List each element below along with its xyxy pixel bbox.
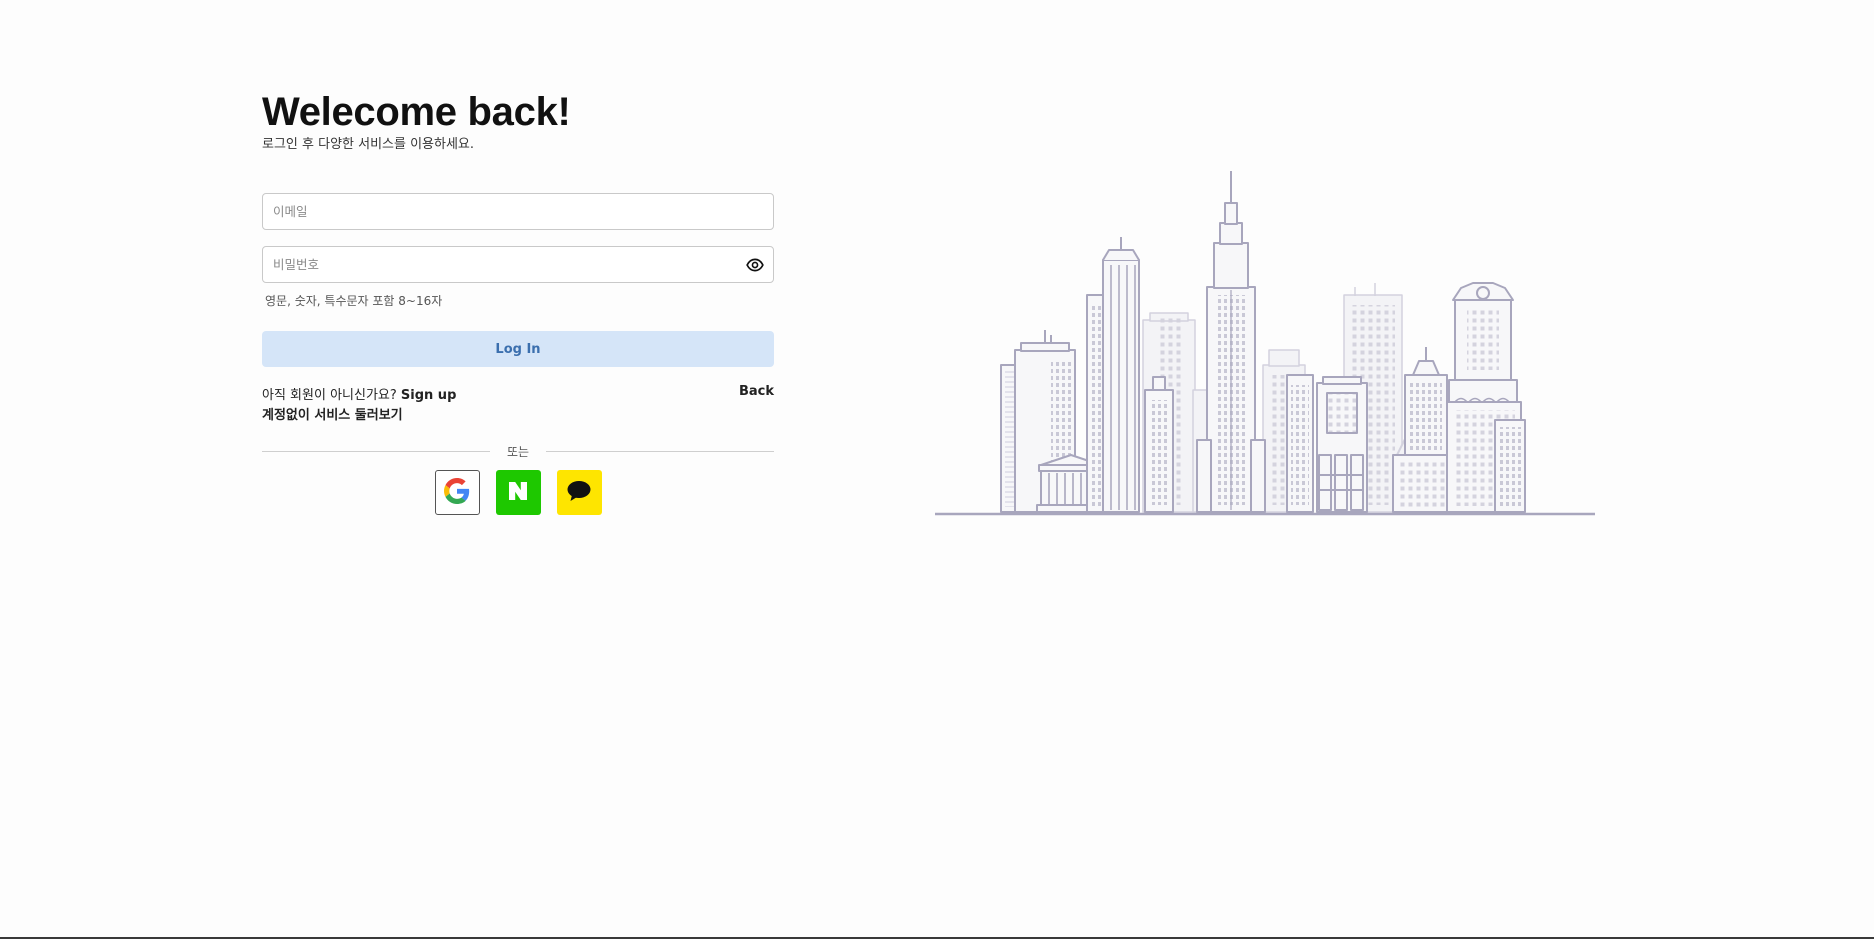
page-title: Welecome back! [262,90,571,134]
login-page: Welecome back! 로그인 후 다양한 서비스를 이용하세요. 영문,… [0,0,1874,939]
google-login-button[interactable] [434,470,480,515]
links-row: 아직 회원이 아니신가요? Sign up Back [262,384,774,404]
password-field-wrapper [262,246,774,283]
email-field[interactable] [263,194,773,229]
email-field-wrapper [262,193,774,230]
signup-prompt-text: 아직 회원이 아니신가요? [262,388,401,403]
login-button[interactable]: Log In [262,331,774,367]
google-icon [444,477,470,508]
guest-browse-link[interactable]: 계정없이 서비스 둘러보기 [262,404,403,423]
kakao-talk-icon [566,479,592,507]
kakao-login-button[interactable] [556,470,602,515]
back-link[interactable]: Back [739,384,774,399]
show-password-eye-icon[interactable] [746,256,764,274]
divider-line-right [546,451,774,452]
social-login-row [262,470,774,515]
city-skyline-illustration [935,165,1595,521]
login-panel: Welecome back! 로그인 후 다양한 서비스를 이용하세요. 영문,… [262,88,774,515]
page-subtitle: 로그인 후 다양한 서비스를 이용하세요. [262,137,475,152]
signup-prompt: 아직 회원이 아니신가요? Sign up [262,384,456,403]
password-field[interactable] [263,247,773,282]
password-hint: 영문, 숫자, 특수문자 포함 8~16자 [265,294,443,308]
naver-icon [506,479,530,507]
signup-link[interactable]: Sign up [401,388,456,403]
or-divider: 또는 [262,441,774,461]
naver-login-button[interactable] [495,470,541,515]
